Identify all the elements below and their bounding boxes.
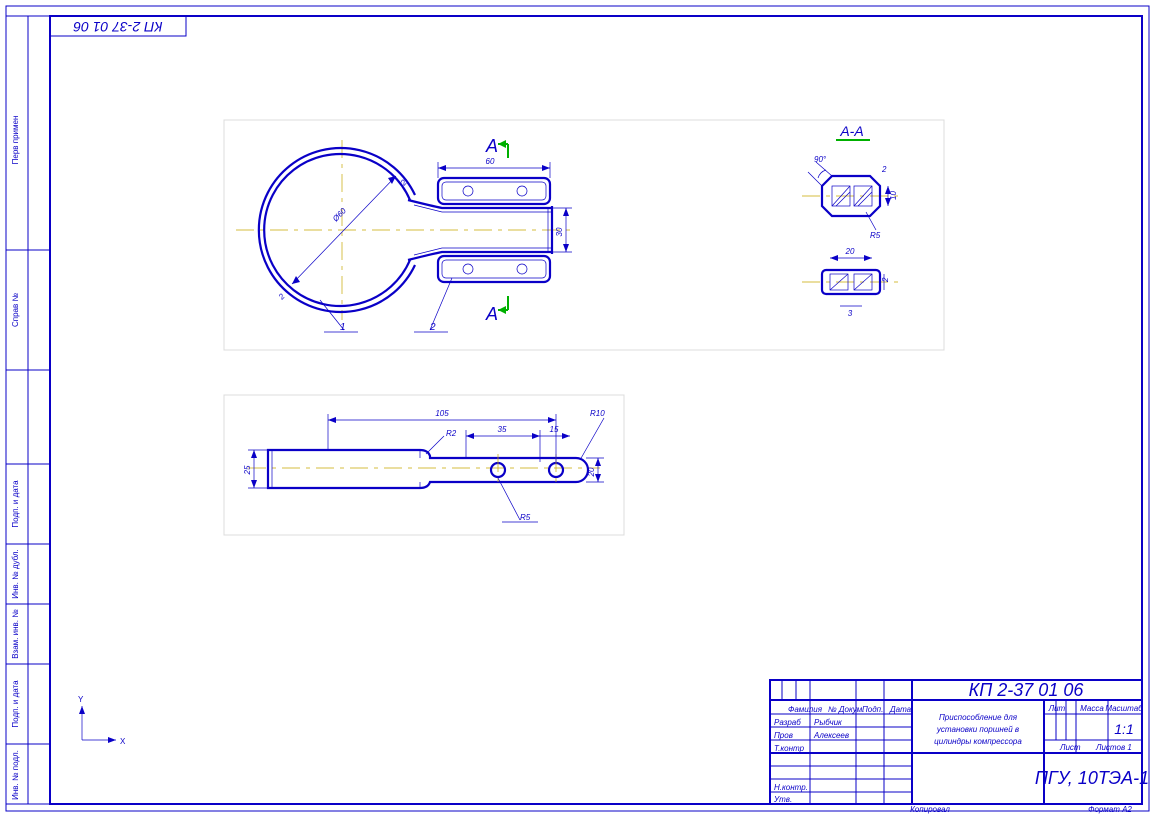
title-block: КП 2-37 01 06 Фамилия № Докум. Подп. Дат…	[770, 680, 1149, 804]
tb-lit: Лит.	[1048, 704, 1068, 713]
tb-h-name: Фамилия	[788, 705, 823, 714]
dim-ring-thk-b: 2	[276, 292, 287, 303]
dim-3: 3	[848, 309, 853, 318]
dim-25: 25	[243, 465, 252, 475]
drawing-sheet: КП 2-37 01 06 Инв. № подл. Подп. и дата …	[0, 0, 1155, 817]
dim-r5b: R5	[870, 231, 881, 240]
left-strip: Инв. № подл. Подп. и дата Взам. инв. № И…	[6, 16, 50, 804]
axis-y: Y	[78, 695, 84, 704]
tb-check: Пров	[774, 731, 793, 740]
dim-r2: R2	[446, 429, 457, 438]
left-cell-5: Справ №	[11, 293, 20, 327]
dim-20c: 20	[845, 247, 855, 256]
tb-ncontr: Н.контр.	[774, 783, 808, 792]
axis-indicator: X Y	[78, 695, 126, 746]
tb-dev-v: Рыбчик	[814, 718, 843, 727]
dim-2: 2	[881, 277, 890, 283]
dim-dia60: Ø60	[330, 206, 348, 224]
dim-60: 60	[486, 157, 495, 166]
tb-h-date: Дата	[889, 705, 912, 714]
side-view: 105 R2 35 15 R10 R5 25 20	[243, 409, 605, 522]
balloon-2: 2	[429, 322, 436, 333]
dim-r10: R10	[590, 409, 605, 418]
tb-approve: Утв.	[773, 795, 792, 804]
left-cell-0: Инв. № подл.	[11, 750, 20, 800]
tb-title1: Приспособление для	[939, 713, 1018, 722]
viewport-2	[224, 395, 624, 535]
dim-90: 90°	[814, 155, 827, 164]
tb-h-doc: № Докум.	[828, 705, 864, 714]
section-A-bot: А	[485, 304, 498, 324]
id-top-text: КП 2-37 01 06	[73, 19, 162, 35]
tb-title3: цилиндры компрессора	[934, 737, 1022, 746]
dim-105: 105	[435, 409, 449, 418]
section-title: А-А	[839, 123, 863, 139]
tb-mass: Масса	[1080, 704, 1104, 713]
tb-dev: Разраб	[774, 718, 801, 727]
dim-r5a: R5	[520, 513, 531, 522]
balloon-1: 1	[340, 322, 346, 333]
balloon-2b: 2	[881, 165, 887, 174]
section-view: А-А 90° R5 10 2	[802, 123, 900, 318]
tb-sheet: Лист	[1059, 743, 1081, 752]
left-cell-1: Подп. и дата	[11, 680, 20, 728]
footer-format: Формат А2	[1088, 805, 1132, 814]
plan-view: Ø60 2 2 60 30 А А 1 2	[236, 136, 574, 333]
dim-30: 30	[555, 227, 564, 236]
left-cell-4: Подп. и дата	[11, 480, 20, 528]
tb-scale-v: 1:1	[1114, 721, 1133, 737]
tb-check-v: Алексеев	[813, 731, 849, 740]
tb-title2: установки поршней в	[936, 725, 1019, 734]
dim-10a: 10	[889, 191, 898, 200]
left-cell-6: Перв примен	[11, 116, 20, 165]
tb-org: ПГУ, 10ТЭА-1	[1035, 768, 1149, 788]
tb-tcontr: Т.контр	[774, 744, 805, 753]
axis-x: X	[120, 737, 126, 746]
left-cell-3: Инв. № дубл.	[11, 549, 20, 599]
tb-scale: Масштаб	[1105, 704, 1143, 713]
dim-35: 35	[498, 425, 507, 434]
section-A-top: А	[485, 136, 498, 156]
left-cell-2: Взам. инв. №	[11, 609, 20, 659]
dim-15: 15	[550, 425, 559, 434]
tb-drawing-no: КП 2-37 01 06	[969, 680, 1085, 700]
tb-h-sign: Подп.	[862, 705, 883, 714]
tb-sheets: Листов 1	[1095, 743, 1132, 752]
footer-copied: Копировал	[910, 805, 950, 814]
dim-20b: 20	[587, 467, 596, 477]
